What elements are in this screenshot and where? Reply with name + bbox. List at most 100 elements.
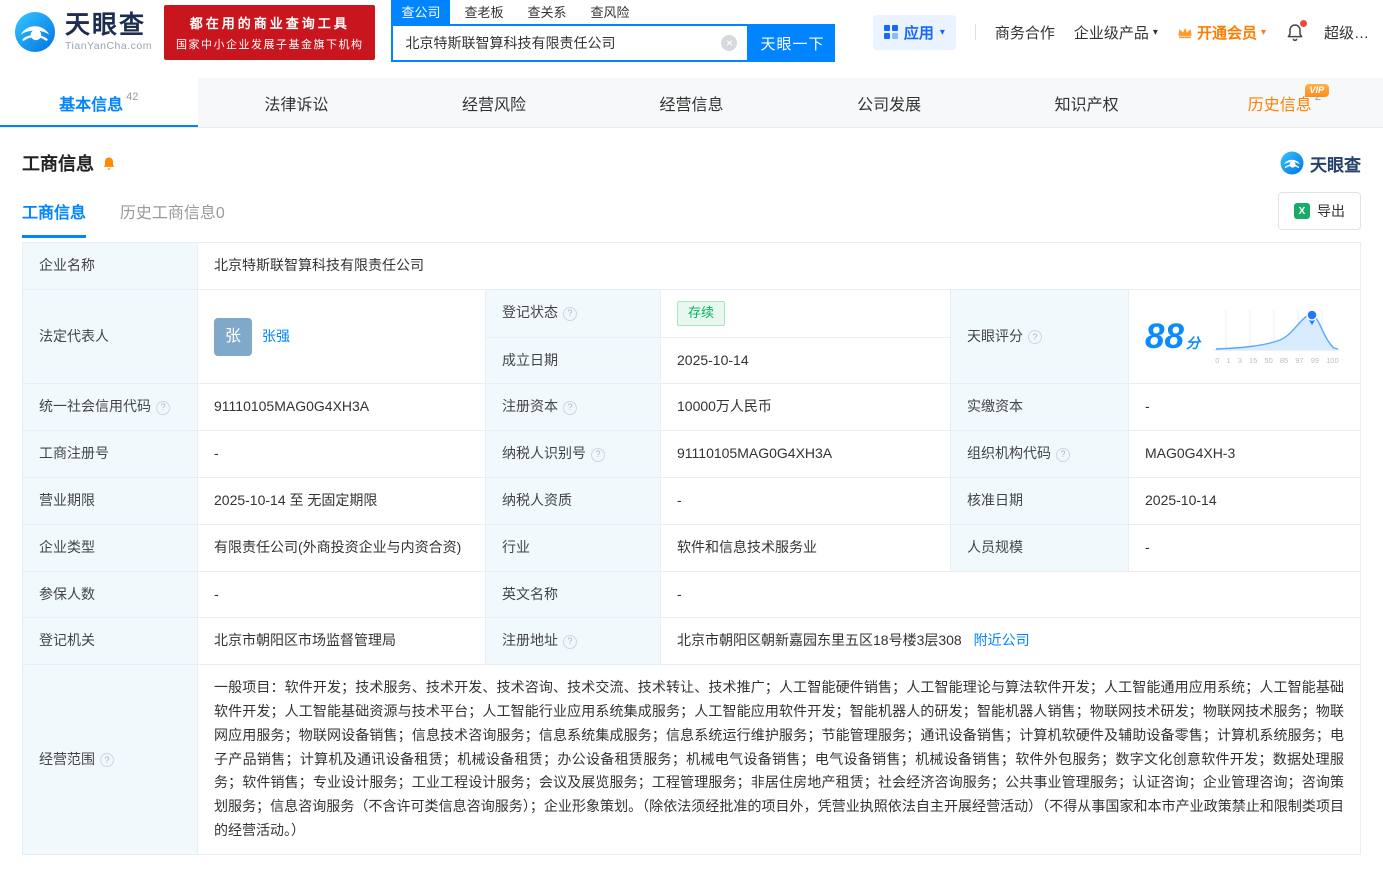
notification-bell-icon[interactable] bbox=[1285, 19, 1307, 43]
search-tab-boss[interactable]: 查老板 bbox=[454, 0, 513, 24]
field-label-legal-rep: 法定代表人 bbox=[22, 288, 198, 385]
nav-open-vip[interactable]: 开通会员 bbox=[1177, 22, 1266, 43]
chevron-down-icon bbox=[1153, 27, 1158, 38]
vip-badge: VIP bbox=[1304, 84, 1330, 97]
logo-icon bbox=[1280, 151, 1304, 175]
company-type-value: 有限责任公司(外商投资企业与内资合资) bbox=[197, 523, 486, 572]
table-row: 登记机关 北京市朝阳区市场监督管理局 注册地址 北京市朝阳区朝新嘉园东里五区18… bbox=[22, 617, 1361, 666]
table-row: 企业名称 北京特斯联智算科技有限责任公司 bbox=[22, 242, 1361, 290]
tab-operating-info[interactable]: 经营信息 bbox=[593, 78, 791, 127]
field-label-reg-capital: 注册资本 bbox=[485, 383, 661, 432]
field-label-approval-date: 核准日期 bbox=[950, 476, 1129, 525]
tab-label: 法律诉讼 bbox=[264, 96, 329, 114]
field-label-credit-code: 统一社会信用代码 bbox=[22, 383, 198, 432]
tab-legal-proceedings[interactable]: 法律诉讼 bbox=[198, 78, 396, 127]
company-name-value: 北京特斯联智算科技有限责任公司 bbox=[197, 242, 1361, 290]
apps-button[interactable]: 应用 bbox=[872, 14, 956, 50]
brand-domain: TianYanCha.com bbox=[65, 40, 152, 53]
help-icon[interactable] bbox=[1056, 447, 1070, 462]
field-label-insured-count: 参保人数 bbox=[22, 570, 198, 619]
section-title: 工商信息 bbox=[22, 154, 94, 174]
field-label-industry: 行业 bbox=[485, 523, 661, 572]
org-code-value: MAG0G4XH-3 bbox=[1128, 430, 1361, 478]
section-head: 工商信息 天眼查 bbox=[0, 128, 1383, 184]
field-label-reg-address: 注册地址 bbox=[485, 617, 661, 666]
excel-icon bbox=[1294, 203, 1310, 219]
score-cell[interactable]: 88 分 0 1 3 15 50 85 97 99 100 bbox=[1128, 288, 1361, 385]
field-label-taxpayer-quality: 纳税人资质 bbox=[485, 476, 661, 525]
reg-status-cell: 存续 bbox=[660, 288, 951, 338]
paid-capital-value: - bbox=[1128, 383, 1361, 432]
reg-authority-value: 北京市朝阳区市场监督管理局 bbox=[197, 617, 486, 666]
search-tab-risk[interactable]: 查风险 bbox=[581, 0, 640, 24]
header: 天眼查 TianYanCha.com 都在用的商业查询工具 国家中小企业发展子基… bbox=[0, 0, 1383, 64]
industry-value: 软件和信息技术服务业 bbox=[660, 523, 951, 572]
main-tab-bar: 基本信息 42 法律诉讼 经营风险 经营信息 公司发展 知识产权 历史信息 2 … bbox=[0, 78, 1383, 128]
tab-label: 公司发展 bbox=[857, 96, 922, 114]
nav-cooperation[interactable]: 商务合作 bbox=[995, 22, 1055, 43]
staff-size-value: - bbox=[1128, 523, 1361, 572]
export-button[interactable]: 导出 bbox=[1278, 192, 1361, 230]
business-scope-value: 一般项目：软件开发；技术服务、技术开发、技术咨询、技术交流、技术转让、技术推广；… bbox=[197, 664, 1361, 855]
search-input[interactable] bbox=[393, 26, 748, 60]
tab-history-info[interactable]: 历史信息 2 VIP bbox=[1185, 78, 1383, 127]
tab-label: 经营信息 bbox=[659, 96, 724, 114]
help-icon[interactable] bbox=[591, 447, 605, 462]
nav-open-vip-label: 开通会员 bbox=[1196, 24, 1257, 42]
taxpayer-quality-value: - bbox=[660, 476, 951, 525]
reg-number-value: - bbox=[197, 430, 486, 478]
help-icon[interactable] bbox=[563, 634, 577, 649]
divider bbox=[974, 24, 976, 40]
banner-line2: 国家中小企业发展子基金旗下机构 bbox=[175, 38, 364, 51]
credit-code-value: 91110105MAG0G4XH3A bbox=[197, 383, 486, 432]
help-icon[interactable] bbox=[563, 306, 577, 321]
field-label-english-name: 英文名称 bbox=[485, 570, 661, 619]
search-tab-relation[interactable]: 查关系 bbox=[518, 0, 577, 24]
help-icon[interactable] bbox=[1028, 330, 1042, 345]
search-tab-company[interactable]: 查公司 bbox=[391, 0, 451, 24]
score-curve-chart bbox=[1213, 309, 1340, 351]
nav-enterprise-label: 企业级产品 bbox=[1073, 24, 1149, 42]
nav-super-vip[interactable]: 超级… bbox=[1324, 22, 1369, 43]
english-name-value: - bbox=[660, 570, 1361, 619]
tianyancha-watermark: 天眼查 bbox=[1280, 151, 1361, 176]
search-row: 天眼一下 bbox=[391, 24, 836, 62]
search-button[interactable]: 天眼一下 bbox=[749, 24, 836, 62]
notification-dot bbox=[1299, 19, 1307, 27]
help-icon[interactable] bbox=[156, 400, 170, 415]
help-icon[interactable] bbox=[100, 753, 114, 768]
tab-basic-info[interactable]: 基本信息 42 bbox=[0, 78, 198, 127]
tab-intellectual-property[interactable]: 知识产权 bbox=[988, 78, 1186, 127]
subtab-business-info[interactable]: 工商信息 bbox=[22, 199, 87, 238]
apps-label: 应用 bbox=[903, 24, 934, 42]
alarm-bell-icon[interactable] bbox=[101, 155, 117, 172]
tab-label: 知识产权 bbox=[1054, 96, 1119, 114]
banner-line1: 都在用的商业查询工具 bbox=[189, 15, 350, 31]
table-row: 法定代表人 张 张强 登记状态 存续 天眼评分 88分 bbox=[22, 288, 1361, 385]
table-row: 企业类型 有限责任公司(外商投资企业与内资合资) 行业 软件和信息技术服务业 人… bbox=[22, 523, 1361, 572]
crown-icon bbox=[1178, 27, 1192, 38]
help-icon[interactable] bbox=[563, 400, 577, 415]
tab-operating-risk[interactable]: 经营风险 bbox=[395, 78, 593, 127]
field-label-business-term: 营业期限 bbox=[22, 476, 198, 525]
logo-icon bbox=[14, 11, 56, 53]
legal-rep-link[interactable]: 张强 bbox=[262, 325, 290, 349]
nearby-companies-link[interactable]: 附近公司 bbox=[974, 632, 1030, 648]
field-label-staff-size: 人员规模 bbox=[950, 523, 1129, 572]
subtabs-row: 工商信息 历史工商信息0 导出 bbox=[0, 184, 1383, 238]
subtabs: 工商信息 历史工商信息0 bbox=[22, 199, 255, 238]
legal-rep-cell: 张 张强 bbox=[197, 288, 486, 385]
score-chart: 0 1 3 15 50 85 97 99 100 bbox=[1212, 306, 1342, 368]
promo-banner: 都在用的商业查询工具 国家中小企业发展子基金旗下机构 bbox=[163, 4, 376, 60]
subtab-history-business-info[interactable]: 历史工商信息0 bbox=[120, 199, 225, 235]
reg-capital-value: 10000万人民币 bbox=[660, 383, 951, 432]
nav-enterprise[interactable]: 企业级产品 bbox=[1074, 22, 1158, 43]
approval-date-value: 2025-10-14 bbox=[1128, 476, 1361, 525]
field-label-reg-authority: 登记机关 bbox=[22, 617, 198, 666]
tianyancha-logo[interactable]: 天眼查 TianYanCha.com bbox=[14, 11, 152, 53]
tab-label: 基本信息 bbox=[59, 96, 124, 114]
tab-company-development[interactable]: 公司发展 bbox=[790, 78, 988, 127]
field-label-reg-status: 登记状态 bbox=[485, 288, 661, 338]
field-label-business-scope: 经营范围 bbox=[22, 664, 198, 855]
avatar[interactable]: 张 bbox=[214, 317, 252, 356]
